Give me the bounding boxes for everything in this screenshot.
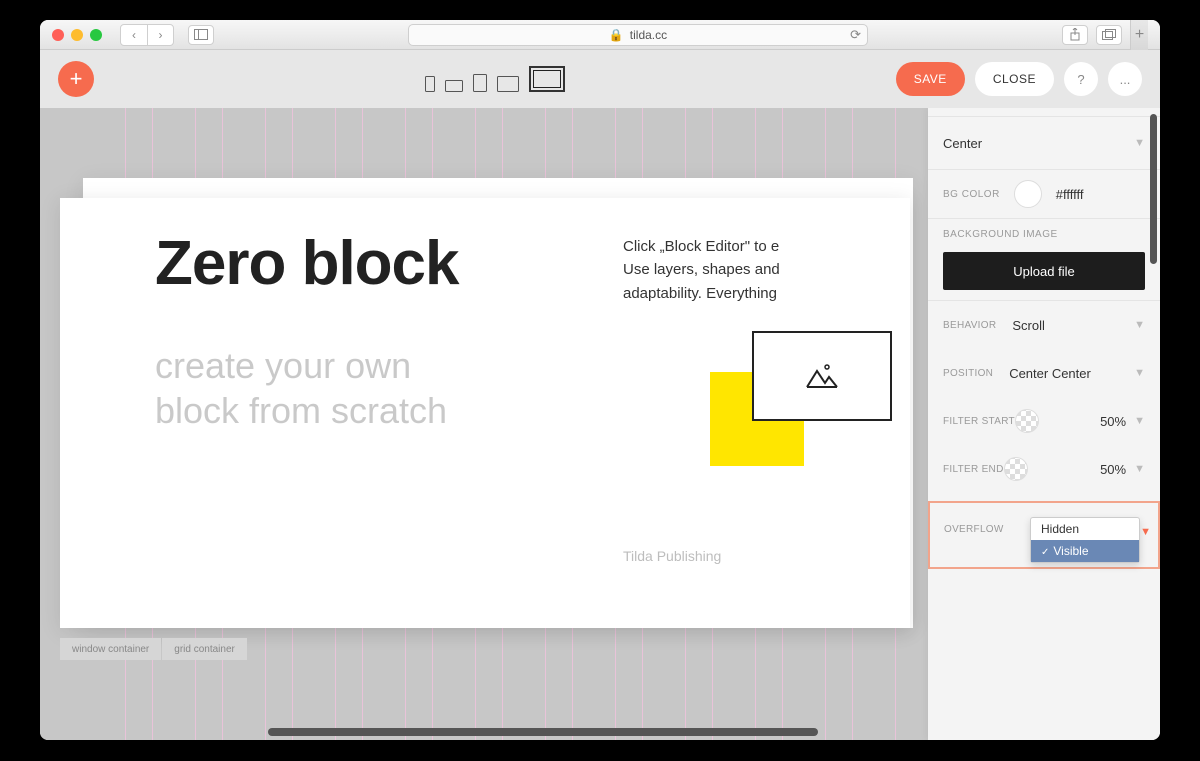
new-tab-button[interactable]: + (1130, 20, 1148, 50)
position-value: Center Center (1009, 366, 1126, 381)
device-preview-row (425, 66, 565, 92)
position-row[interactable]: POSITION Center Center ▼ (928, 349, 1160, 397)
url-text: tilda.cc (630, 28, 667, 42)
device-tablet-landscape[interactable] (497, 76, 519, 92)
reload-icon[interactable]: ⟳ (850, 27, 861, 43)
chevron-down-icon: ▼ (1134, 463, 1145, 475)
overflow-section: OVERFLOW ▼ Hidden ✓ Visible (928, 501, 1160, 569)
bg-color-value[interactable]: #ffffff (1056, 187, 1084, 202)
para-line2: Use layers, shapes and (623, 261, 780, 278)
forward-button[interactable]: › (147, 25, 173, 45)
close-window-icon[interactable] (52, 29, 64, 41)
bg-color-row: BG COLOR #ffffff (928, 169, 1160, 218)
bg-color-label: BG COLOR (943, 189, 1000, 200)
filter-end-swatch[interactable] (1004, 457, 1028, 481)
overflow-dropdown[interactable]: ▼ Hidden ✓Visible (1030, 517, 1140, 563)
para-line1: Click „Block Editor" to e (623, 238, 779, 255)
overflow-option-hidden[interactable]: Hidden (1031, 518, 1139, 540)
para-line3: adaptability. Everything (623, 285, 777, 302)
subtitle-line2: block from scratch (155, 390, 447, 431)
chevron-down-icon: ▼ (1134, 415, 1145, 427)
traffic-lights (52, 29, 102, 41)
container-labels: window container grid container (60, 638, 247, 660)
sidebar-icon (194, 29, 208, 40)
app-toolbar: + SAVE CLOSE ? ... (40, 50, 1160, 108)
save-button[interactable]: SAVE (896, 62, 965, 96)
upload-file-button[interactable]: Upload file (943, 252, 1145, 290)
bg-color-swatch[interactable] (1014, 180, 1042, 208)
paragraph-text[interactable]: Click „Block Editor" to e Use layers, sh… (623, 235, 908, 305)
tabs-icon (1102, 29, 1116, 40)
properties-panel: Center ▼ BG COLOR #ffffff BACKGROUND IMA… (928, 108, 1160, 740)
filter-start-row[interactable]: FILTER START 50% ▼ (928, 397, 1160, 445)
behavior-label: BEHAVIOR (943, 320, 996, 331)
nav-arrows: ‹ › (120, 24, 174, 46)
subtitle-line1: create your own (155, 345, 411, 386)
filter-end-row[interactable]: FILTER END 50% ▼ (928, 445, 1160, 493)
close-button[interactable]: CLOSE (975, 62, 1054, 96)
position-label: POSITION (943, 368, 993, 379)
device-phone-landscape[interactable] (445, 80, 463, 92)
bg-image-section: BACKGROUND IMAGE Upload file (928, 218, 1160, 300)
grid-container-label[interactable]: grid container (162, 638, 247, 660)
heading-text[interactable]: Zero block (155, 228, 459, 299)
maximize-window-icon[interactable] (90, 29, 102, 41)
chevron-down-icon: ▼ (1134, 137, 1145, 149)
chevron-down-icon: ▼ (1134, 319, 1145, 331)
subtitle-text[interactable]: create your own block from scratch (155, 343, 447, 433)
browser-toolbar: ‹ › 🔒 tilda.cc ⟳ + (40, 20, 1160, 50)
lock-icon: 🔒 (609, 28, 624, 42)
filter-start-swatch[interactable] (1015, 409, 1039, 433)
share-icon (1069, 28, 1081, 41)
filter-end-label: FILTER END (943, 464, 1004, 475)
overflow-option-visible[interactable]: ✓ Visible (1031, 540, 1139, 562)
minimize-window-icon[interactable] (71, 29, 83, 41)
align-row[interactable]: Center ▼ (928, 116, 1160, 169)
image-icon (805, 363, 839, 389)
check-icon: ✓ (1041, 547, 1049, 558)
window-container-label[interactable]: window container (60, 638, 161, 660)
overflow-visible-text: Visible (1053, 544, 1088, 558)
toolbar-actions: SAVE CLOSE ? ... (896, 62, 1142, 96)
behavior-row[interactable]: BEHAVIOR Scroll ▼ (928, 300, 1160, 349)
more-button[interactable]: ... (1108, 62, 1142, 96)
dropdown-caret-icon: ▼ (1140, 526, 1151, 538)
filter-start-label: FILTER START (943, 416, 1015, 427)
help-button[interactable]: ? (1064, 62, 1098, 96)
caption-text[interactable]: Tilda Publishing (623, 548, 721, 564)
behavior-value: Scroll (1012, 318, 1126, 333)
tabs-button[interactable] (1096, 25, 1122, 45)
address-bar[interactable]: 🔒 tilda.cc ⟳ (408, 24, 868, 46)
bg-image-label: BACKGROUND IMAGE (943, 229, 1145, 240)
back-button[interactable]: ‹ (121, 25, 147, 45)
image-placeholder[interactable] (752, 331, 892, 421)
add-element-button[interactable]: + (58, 61, 94, 97)
chevron-down-icon: ▼ (1134, 367, 1145, 379)
filter-end-value: 50% (1100, 462, 1126, 477)
device-tablet-portrait[interactable] (473, 74, 487, 92)
filter-start-value: 50% (1100, 414, 1126, 429)
device-desktop[interactable] (529, 66, 565, 92)
overflow-label: OVERFLOW (944, 524, 1004, 535)
horizontal-scrollbar[interactable] (268, 728, 818, 736)
browser-window: ‹ › 🔒 tilda.cc ⟳ + + SAVE (40, 20, 1160, 740)
panel-scrollbar[interactable] (1150, 114, 1157, 264)
sidebar-toggle-button[interactable] (188, 25, 214, 45)
share-button[interactable] (1062, 25, 1088, 45)
align-value: Center (943, 136, 982, 151)
device-phone-portrait[interactable] (425, 76, 435, 92)
workspace: Zero block create your own block from sc… (40, 108, 1160, 740)
